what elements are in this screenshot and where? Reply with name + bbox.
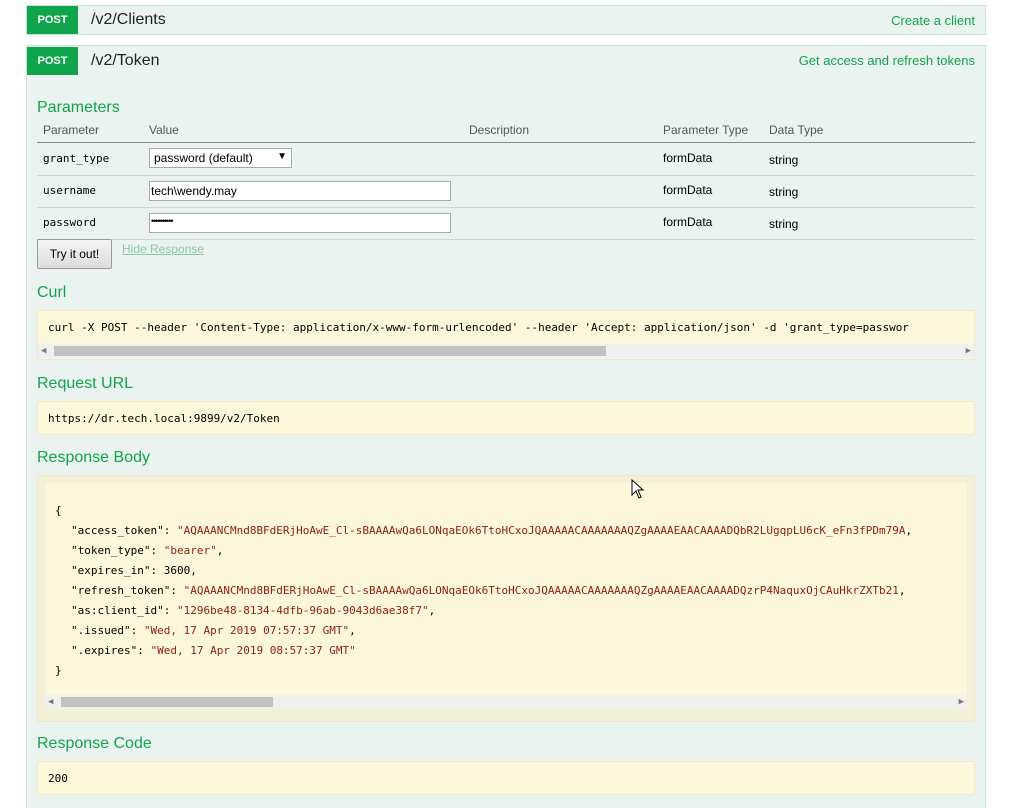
json-open-brace: { <box>55 504 62 517</box>
column-header-data-type: Data Type <box>769 123 824 137</box>
request-url-title: Request URL <box>37 375 134 392</box>
json-close-brace: } <box>55 664 62 677</box>
json-key: ".issued" <box>71 624 131 637</box>
json-colon: : <box>150 564 164 577</box>
json-comma: , <box>216 544 224 557</box>
json-entry: ".expires": "Wed, 17 Apr 2019 08:57:37 G… <box>71 644 356 657</box>
json-colon: : <box>130 624 144 637</box>
json-comma: , <box>190 564 197 577</box>
data-type: string <box>769 217 799 231</box>
column-header-parameter-type: Parameter Type <box>663 123 749 137</box>
mouse-cursor-icon <box>631 479 645 499</box>
json-entry: "expires_in": 3600, <box>71 564 197 577</box>
operation-header-clients[interactable]: POST /v2/Clients Create a client <box>27 6 985 34</box>
json-colon: : <box>163 524 177 537</box>
json-key: "token_type" <box>71 544 151 557</box>
grant-type-selected-value: password (default) <box>154 151 253 165</box>
json-entry: "as:client_id": "1296be48-8134-4dfb-96ab… <box>71 604 435 617</box>
row-divider <box>37 175 975 176</box>
json-entry: "token_type": "bearer", <box>71 544 223 557</box>
param-type: formData <box>663 151 713 165</box>
grant-type-select[interactable]: password (default) ▼ <box>149 148 292 168</box>
curl-horizontal-scrollbar[interactable]: ◀ ▶ <box>38 344 974 358</box>
row-divider <box>37 207 975 208</box>
scrollbar-thumb[interactable] <box>54 346 606 356</box>
json-key: "expires_in" <box>71 564 151 577</box>
json-key: "refresh_token" <box>71 584 171 597</box>
param-name: username <box>43 184 96 197</box>
json-key: ".expires" <box>71 644 138 657</box>
operation-token: POST /v2/Token Get access and refresh to… <box>26 45 986 808</box>
method-badge: POST <box>27 6 78 34</box>
json-value: "bearer" <box>163 544 217 557</box>
dropdown-arrow-icon: ▼ <box>277 151 287 162</box>
scroll-right-icon[interactable]: ▶ <box>966 344 971 358</box>
json-colon: : <box>170 584 184 597</box>
json-comma: , <box>428 604 436 617</box>
json-value: 3600 <box>163 564 191 577</box>
operation-path[interactable]: /v2/Clients <box>91 11 166 29</box>
hide-response-link[interactable]: Hide Response <box>122 242 204 256</box>
curl-box: curl -X POST --header 'Content-Type: app… <box>37 310 975 360</box>
json-comma: , <box>905 524 913 537</box>
json-value: "AQAAANCMnd8BFdERjHoAwE_Cl-sBAAAAwQa6LON… <box>176 524 906 537</box>
curl-title: Curl <box>37 284 67 301</box>
response-code-value: 200 <box>48 772 68 785</box>
column-header-value: Value <box>149 123 179 137</box>
json-value: "AQAAANCMnd8BFdERjHoAwE_Cl-sBAAAAwQa6LON… <box>183 584 899 597</box>
data-type: string <box>769 153 799 167</box>
json-value: "Wed, 17 Apr 2019 08:57:37 GMT" <box>150 644 356 657</box>
json-key: "access_token" <box>71 524 164 537</box>
operation-header-token[interactable]: POST /v2/Token Get access and refresh to… <box>27 46 985 75</box>
param-name: password <box>43 216 96 229</box>
scroll-right-icon[interactable]: ▶ <box>959 695 964 709</box>
response-code-title: Response Code <box>37 735 152 752</box>
response-body-title: Response Body <box>37 449 150 466</box>
param-type: formData <box>663 183 713 197</box>
json-colon: : <box>137 644 151 657</box>
try-it-out-button[interactable]: Try it out! <box>37 239 112 269</box>
username-input[interactable]: tech\wendy.may <box>149 181 451 201</box>
scrollbar-thumb[interactable] <box>61 697 273 707</box>
json-entry: "refresh_token": "AQAAANCMnd8BFdERjHoAwE… <box>71 584 905 597</box>
json-value: "Wed, 17 Apr 2019 07:57:37 GMT" <box>143 624 350 637</box>
column-header-description: Description <box>469 123 530 137</box>
column-header-parameter: Parameter <box>43 123 100 137</box>
json-key: "as:client_id" <box>71 604 164 617</box>
json-colon: : <box>150 544 164 557</box>
curl-command: curl -X POST --header 'Content-Type: app… <box>48 321 909 334</box>
json-comma: , <box>898 584 906 597</box>
data-type: string <box>769 185 799 199</box>
password-input[interactable]: •••••••••• <box>149 213 451 233</box>
response-body-box: { "access_token": "AQAAANCMnd8BFdERjHoAw… <box>37 475 975 722</box>
param-type: formData <box>663 215 713 229</box>
request-url-box: https://dr.tech.local:9899/v2/Token <box>37 401 975 435</box>
request-url-value: https://dr.tech.local:9899/v2/Token <box>48 412 280 425</box>
scroll-left-icon[interactable]: ◀ <box>48 695 53 709</box>
scroll-left-icon[interactable]: ◀ <box>41 344 46 358</box>
table-header-divider <box>37 142 975 143</box>
response-code-box: 200 <box>37 761 975 795</box>
json-comma: , <box>349 624 356 637</box>
operation-summary[interactable]: Create a client <box>891 13 975 28</box>
row-divider <box>37 239 975 240</box>
parameters-title: Parameters <box>37 99 120 116</box>
operation-summary[interactable]: Get access and refresh tokens <box>799 53 975 68</box>
json-value: "1296be48-8134-4dfb-96ab-9043d6ae38f7" <box>176 604 429 617</box>
param-name: grant_type <box>43 152 110 165</box>
response-horizontal-scrollbar[interactable]: ◀ ▶ <box>45 695 967 709</box>
response-body-content: { "access_token": "AQAAANCMnd8BFdERjHoAw… <box>45 483 967 695</box>
json-colon: : <box>163 604 177 617</box>
operation-clients: POST /v2/Clients Create a client <box>26 5 986 35</box>
method-badge: POST <box>27 47 78 75</box>
json-entry: ".issued": "Wed, 17 Apr 2019 07:57:37 GM… <box>71 624 356 637</box>
json-entry: "access_token": "AQAAANCMnd8BFdERjHoAwE_… <box>71 524 912 537</box>
operation-path[interactable]: /v2/Token <box>91 52 159 70</box>
